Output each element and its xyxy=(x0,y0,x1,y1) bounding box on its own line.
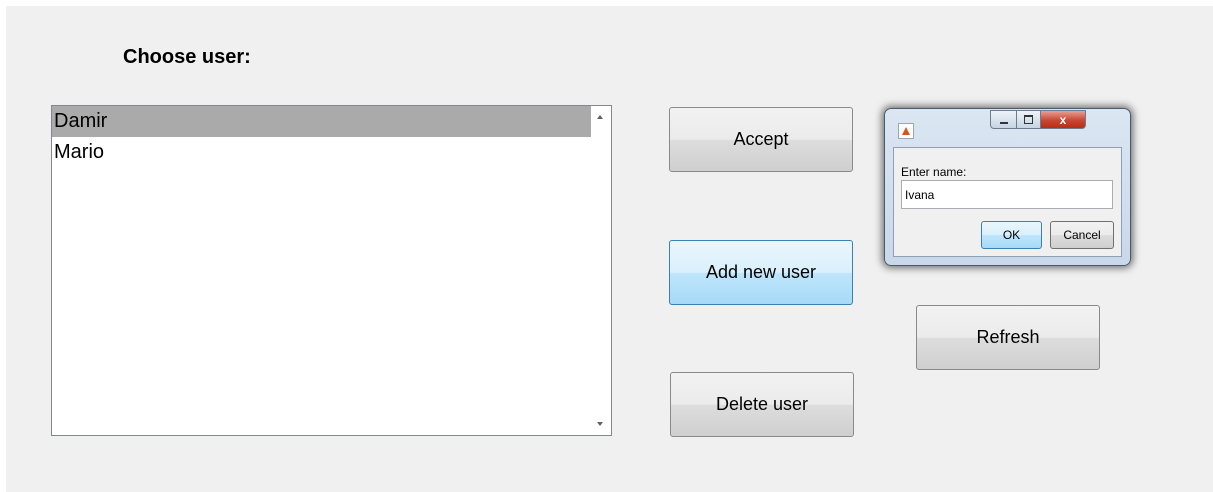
minimize-button[interactable] xyxy=(990,110,1017,129)
enter-name-dialog: x Enter name: OK Cancel xyxy=(884,108,1131,266)
refresh-button[interactable]: Refresh xyxy=(916,305,1100,370)
ok-button[interactable]: OK xyxy=(981,221,1042,249)
scroll-up-arrow-icon[interactable] xyxy=(597,115,603,119)
minimize-icon xyxy=(999,121,1008,124)
enter-name-label: Enter name: xyxy=(901,165,967,179)
add-new-user-button[interactable]: Add new user xyxy=(669,240,853,305)
accept-button[interactable]: Accept xyxy=(669,107,853,172)
list-scrollbar[interactable] xyxy=(591,106,611,435)
scroll-down-arrow-icon[interactable] xyxy=(597,422,603,426)
close-icon: x xyxy=(1059,112,1067,127)
cancel-button[interactable]: Cancel xyxy=(1050,221,1114,249)
user-listbox[interactable]: Damir Mario xyxy=(51,105,612,436)
dialog-client-area: Enter name: OK Cancel xyxy=(893,147,1122,257)
matlab-icon xyxy=(898,123,914,139)
maximize-icon xyxy=(1024,115,1033,124)
close-button[interactable]: x xyxy=(1040,110,1086,129)
delete-user-button[interactable]: Delete user xyxy=(670,372,854,437)
list-item[interactable]: Damir xyxy=(52,106,591,137)
maximize-button[interactable] xyxy=(1016,110,1041,129)
choose-user-title: Choose user: xyxy=(123,46,251,68)
list-item[interactable]: Mario xyxy=(52,137,591,168)
user-list-items: Damir Mario xyxy=(52,106,591,435)
name-input[interactable] xyxy=(901,180,1113,209)
